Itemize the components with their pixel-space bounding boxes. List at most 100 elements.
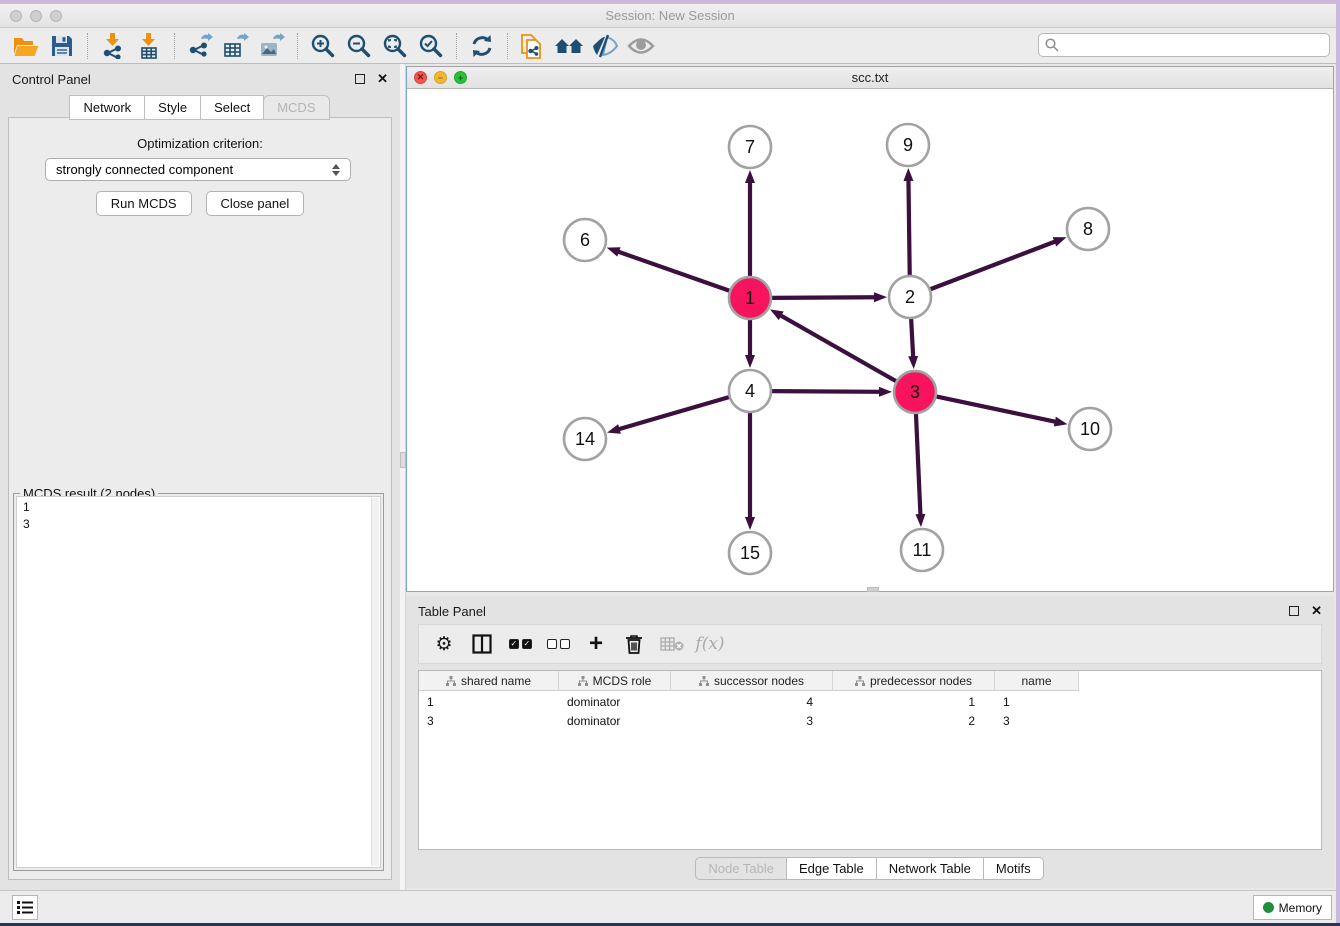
column-header-MCDS-role[interactable]: MCDS role <box>559 671 671 691</box>
tab-motifs[interactable]: Motifs <box>983 857 1044 880</box>
table-cell[interactable]: 3 <box>995 713 1079 729</box>
tab-mcds[interactable]: MCDS <box>263 95 329 120</box>
import-table-button[interactable] <box>131 31 167 61</box>
result-line: 3 <box>17 516 380 533</box>
run-mcds-button[interactable]: Run MCDS <box>96 191 192 216</box>
select-stepper-icon <box>332 164 340 176</box>
split-columns-button[interactable] <box>465 628 499 660</box>
table-cell[interactable]: 3 <box>671 713 833 729</box>
edge-4-3[interactable] <box>771 391 880 392</box>
zoom-fit-button[interactable] <box>377 31 413 61</box>
main-toolbar <box>0 28 1340 64</box>
column-header-name[interactable]: name <box>995 671 1079 691</box>
node-label-2: 2 <box>905 287 915 307</box>
function-builder-button[interactable]: f(x) <box>693 628 727 660</box>
table-cell[interactable]: 1 <box>833 694 995 710</box>
delete-rows-button[interactable] <box>617 628 651 660</box>
search-field[interactable] <box>1038 33 1330 57</box>
criterion-select[interactable]: strongly connected component <box>45 158 351 181</box>
tab-network-table[interactable]: Network Table <box>876 857 984 880</box>
table-cell[interactable]: 1 <box>995 694 1079 710</box>
task-history-button[interactable] <box>12 895 38 920</box>
close-panel-button[interactable]: Close panel <box>206 191 305 216</box>
neighbors-button[interactable] <box>551 31 587 61</box>
duplicate-network-icon <box>520 32 546 60</box>
table-header-row: shared nameMCDS rolesuccessor nodes prede… <box>419 671 1079 691</box>
table-options-button[interactable]: ⚙ <box>427 628 461 660</box>
column-type-icon <box>578 676 588 686</box>
import-table-icon <box>136 33 162 59</box>
toolbar-separator <box>87 33 88 59</box>
table-cell[interactable]: 2 <box>833 713 995 729</box>
network-window-resize-handle[interactable] <box>867 587 879 592</box>
select-all-button[interactable] <box>503 628 537 660</box>
deselect-all-button[interactable] <box>541 628 575 660</box>
node-label-11: 11 <box>913 540 932 560</box>
table-panel-close-icon[interactable]: ✕ <box>1311 606 1322 616</box>
tab-node-table[interactable]: Node Table <box>695 857 787 880</box>
network-canvas[interactable]: 7968124314101511 <box>407 89 1333 591</box>
table-panel-float-icon[interactable] <box>1289 606 1299 616</box>
edge-4-14[interactable] <box>619 397 730 429</box>
edge-3-11[interactable] <box>916 413 921 515</box>
tab-style[interactable]: Style <box>144 95 201 120</box>
tab-select[interactable]: Select <box>200 95 264 120</box>
memory-button[interactable]: Memory <box>1253 895 1332 920</box>
control-panel-close-icon[interactable]: ✕ <box>377 74 388 84</box>
eye-button[interactable] <box>623 31 659 61</box>
column-label: predecessor nodes <box>870 674 972 688</box>
export-table-icon <box>223 33 249 59</box>
table-panel-tabs: Node TableEdge TableNetwork TableMotifs <box>406 857 1334 880</box>
add-row-button[interactable]: + <box>579 628 613 660</box>
column-header-shared-name[interactable]: shared name <box>419 671 559 691</box>
table-cell[interactable]: dominator <box>559 694 671 710</box>
neighbors-home-icon <box>554 35 584 57</box>
table-cell[interactable]: 1 <box>419 694 559 710</box>
edge-2-3[interactable] <box>911 318 913 357</box>
result-scrollbar[interactable] <box>371 498 379 866</box>
edge-2-8[interactable] <box>930 241 1056 289</box>
table-row[interactable]: 3dominator323 <box>419 713 1321 729</box>
zoom-selected-button[interactable] <box>413 31 449 61</box>
task-list-icon <box>17 901 33 914</box>
table-cell[interactable]: dominator <box>559 713 671 729</box>
export-network-icon <box>187 33 213 59</box>
hide-labels-button[interactable] <box>587 31 623 61</box>
tab-network[interactable]: Network <box>69 95 145 120</box>
zoom-in-button[interactable] <box>305 31 341 61</box>
export-network-button[interactable] <box>182 31 218 61</box>
export-image-button[interactable] <box>254 31 290 61</box>
edge-2-9[interactable] <box>908 180 909 276</box>
table-cell[interactable]: 4 <box>671 694 833 710</box>
column-header-successor-nodes[interactable]: successor nodes <box>671 671 833 691</box>
refresh-button[interactable] <box>464 31 500 61</box>
save-session-button[interactable] <box>44 31 80 61</box>
edge-3-1[interactable] <box>780 315 896 381</box>
mcds-result-area[interactable]: 13 <box>16 496 381 868</box>
window-top-edge <box>0 0 1340 4</box>
hide-labels-eye-icon <box>591 34 619 58</box>
column-type-icon <box>699 676 709 686</box>
edge-1-2[interactable] <box>771 297 875 298</box>
zoom-out-button[interactable] <box>341 31 377 61</box>
function-icon: f(x) <box>695 634 724 654</box>
network-window-titlebar[interactable]: ✕ − + scc.txt <box>407 67 1333 89</box>
table-cell[interactable]: 3 <box>419 713 559 729</box>
duplicate-network-button[interactable] <box>515 31 551 61</box>
node-label-1: 1 <box>745 288 755 308</box>
node-label-9: 9 <box>903 135 913 155</box>
column-header-predecessor-nodes[interactable]: predecessor nodes <box>833 671 995 691</box>
control-panel-float-icon[interactable] <box>355 74 365 84</box>
node-table[interactable]: shared nameMCDS rolesuccessor nodes prede… <box>418 670 1322 850</box>
delete-table-button[interactable] <box>655 628 689 660</box>
column-type-icon <box>855 676 865 686</box>
import-network-button[interactable] <box>95 31 131 61</box>
edge-3-10[interactable] <box>936 396 1056 421</box>
search-input[interactable] <box>1063 38 1329 52</box>
open-file-button[interactable] <box>8 31 44 61</box>
export-table-button[interactable] <box>218 31 254 61</box>
table-row[interactable]: 1dominator411 <box>419 694 1321 710</box>
tab-edge-table[interactable]: Edge Table <box>786 857 877 880</box>
edge-1-6[interactable] <box>618 252 730 291</box>
refresh-icon <box>469 33 495 59</box>
